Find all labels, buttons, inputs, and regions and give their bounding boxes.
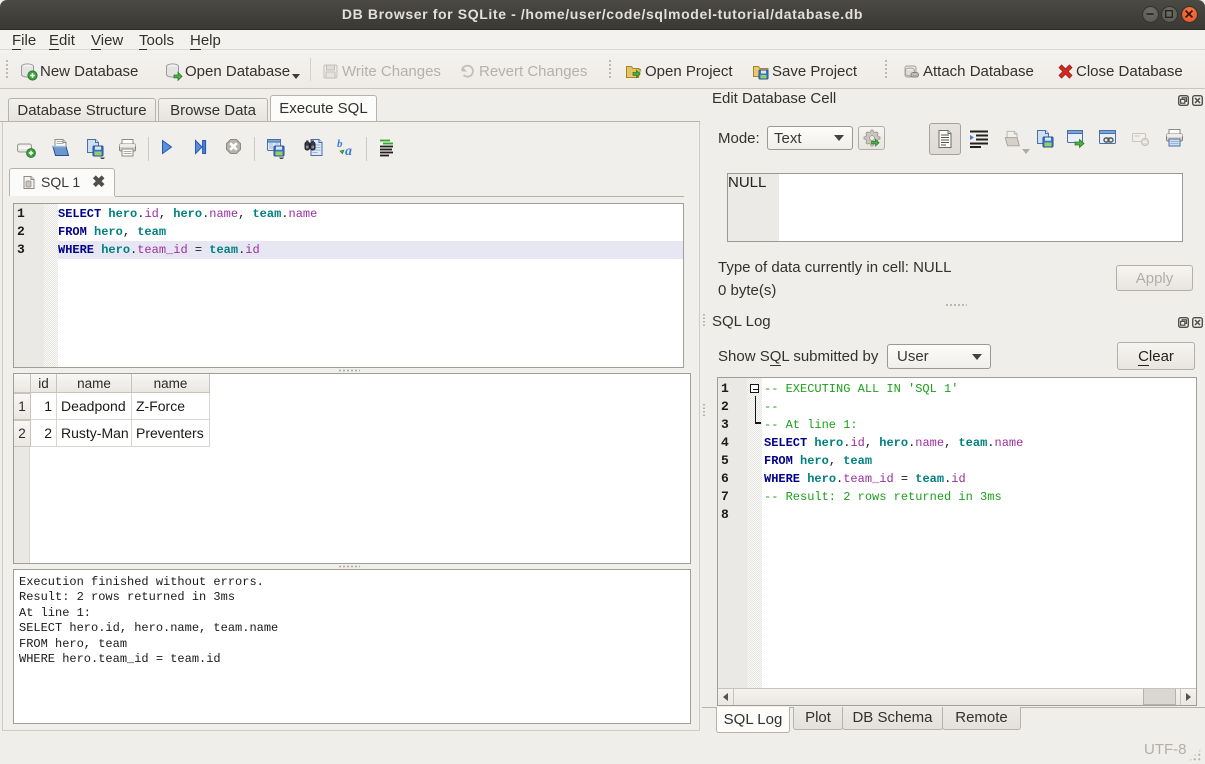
svg-text:b: b	[337, 138, 343, 150]
svg-text:a: a	[345, 144, 352, 158]
